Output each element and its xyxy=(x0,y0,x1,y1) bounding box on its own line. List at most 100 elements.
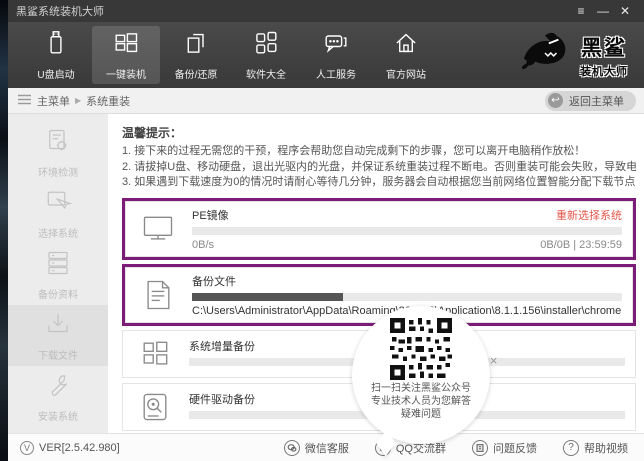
version-info: V VER[2.5.42.980] xyxy=(20,441,120,455)
sidebar-item-install-system[interactable]: 安装系统 xyxy=(8,366,108,427)
backup-data-icon xyxy=(43,248,73,283)
back-button-label: 返回主菜单 xyxy=(569,93,624,109)
app-window: 黑鲨系统装机大师 ≡ — ✕ U盘启动 一键装机 备份/还原 软件大全 xyxy=(8,0,644,461)
tab-backup-restore[interactable]: 备份/还原 xyxy=(162,26,230,84)
qr-caption-line: 扫一扫关注黑鲨公众号 xyxy=(352,382,490,395)
tip-line: 2. 请拔掉U盘、移动硬盘，退出光驱内的光盘，并保证系统重装过程不断电。否则重装… xyxy=(122,160,636,176)
grid-icon xyxy=(133,336,177,372)
tab-label: 备份/还原 xyxy=(175,66,218,81)
tab-label: 官方网站 xyxy=(386,66,426,81)
sidebar-item-backup-data[interactable]: 备份资料 xyxy=(8,244,108,305)
footer-link-label: 帮助视频 xyxy=(584,440,628,456)
home-icon xyxy=(392,29,420,62)
task-name: 备份文件 xyxy=(192,273,236,289)
feedback-icon xyxy=(472,440,488,456)
backup-restore-icon xyxy=(182,29,210,62)
task-foot: 0B/s 0B/0B | 23:59:59 xyxy=(192,239,622,251)
download-speed: 0B/s xyxy=(192,239,214,251)
download-icon xyxy=(43,309,73,344)
task-name: PE镜像 xyxy=(192,207,229,223)
sidebar-item-label: 安装系统 xyxy=(38,408,78,423)
tip-line: 1. 接下来的过程无需您的干预，程序会帮助您自动完成剩下的步骤，您可以离开电脑稍… xyxy=(122,144,636,160)
back-to-main-menu-button[interactable]: ↩ 返回主菜单 xyxy=(545,91,636,111)
progress-fill xyxy=(192,293,343,301)
qr-code-bubble: 扫一扫关注黑鲨公众号 专业技术人员为您解答 疑难问题 xyxy=(352,306,490,444)
minimize-button[interactable]: — xyxy=(592,1,614,21)
qr-code-image xyxy=(390,318,452,380)
highlight-box-pe-image: PE镜像 重新选择系统 0B/s 0B/0B | 23:59:59 xyxy=(122,198,636,260)
breadcrumb-root[interactable]: 主菜单 xyxy=(37,93,70,109)
tab-official-website[interactable]: 官方网站 xyxy=(372,26,440,84)
footer-link-label: 微信客服 xyxy=(305,440,349,456)
software-icon xyxy=(252,29,280,62)
wechat-service-link[interactable]: 微信客服 xyxy=(284,440,349,456)
question-mark-icon: ? xyxy=(563,440,579,456)
tips-title: 温馨提示： xyxy=(122,124,636,141)
wechat-icon xyxy=(284,440,300,456)
env-check-icon xyxy=(43,126,73,161)
wrench-icon xyxy=(43,370,73,405)
tab-one-key-install[interactable]: 一键装机 xyxy=(92,26,160,84)
qr-caption-line: 疑难问题 xyxy=(352,408,490,421)
footer-bar: V VER[2.5.42.980] 微信客服 QQ交流群 问题反馈 ? 帮助视频 xyxy=(8,433,644,461)
brand-subtitle: 装机大师 xyxy=(580,63,628,79)
breadcrumb-current: 系统重装 xyxy=(86,93,130,109)
version-icon: V xyxy=(20,441,34,455)
select-system-icon xyxy=(43,187,73,222)
task-content: PE镜像 重新选择系统 0B/s 0B/0B | 23:59:59 xyxy=(192,207,622,251)
menu-button[interactable]: ≡ xyxy=(570,1,592,21)
tab-software-collection[interactable]: 软件大全 xyxy=(232,26,300,84)
screen: 黑鲨系统装机大师 ≡ — ✕ U盘启动 一键装机 备份/还原 软件大全 xyxy=(0,0,644,461)
reselect-system-link[interactable]: 重新选择系统 xyxy=(556,207,622,223)
desktop-background xyxy=(0,0,8,461)
support-chat-icon xyxy=(322,29,350,62)
progress-bar xyxy=(192,227,622,235)
task-row-backup-file: 备份文件 C:\Users\Administrator\AppData\Roam… xyxy=(125,267,633,323)
qr-caption-line: 专业技术人员为您解答 xyxy=(352,395,490,408)
sidebar: 环境检测 选择系统 备份资料 下载文件 安装系统 xyxy=(8,114,108,433)
progress-status: 0B/0B | 23:59:59 xyxy=(540,239,622,251)
window-title: 黑鲨系统装机大师 xyxy=(16,3,104,19)
hard-drive-icon xyxy=(133,389,177,425)
footer-link-label: 问题反馈 xyxy=(493,440,537,456)
sidebar-item-download-files[interactable]: 下载文件 xyxy=(8,305,108,366)
document-icon xyxy=(136,277,180,313)
task-name: 系统增量备份 xyxy=(189,338,255,354)
sidebar-item-label: 选择系统 xyxy=(38,225,78,240)
tab-label: 一键装机 xyxy=(106,66,146,81)
breadcrumb: 主菜单 ▶ 系统重装 ↩ 返回主菜单 xyxy=(8,88,644,114)
brand-logo: 黑鲨 装机大师 xyxy=(516,30,628,81)
help-video-link[interactable]: ? 帮助视频 xyxy=(563,440,628,456)
progress-bar xyxy=(192,293,622,301)
tab-label: 人工服务 xyxy=(316,66,356,81)
sidebar-item-label: 下载文件 xyxy=(38,347,78,362)
shark-logo-icon xyxy=(516,30,574,81)
cancel-icon[interactable]: × xyxy=(490,354,498,367)
back-arrow-icon: ↩ xyxy=(548,93,563,108)
task-name: 硬件驱动备份 xyxy=(189,391,255,407)
task-head: PE镜像 重新选择系统 xyxy=(192,207,622,223)
tab-label: U盘启动 xyxy=(37,66,74,81)
sidebar-item-env-check[interactable]: 环境检测 xyxy=(8,122,108,183)
highlight-box-backup-file: 备份文件 C:\Users\Administrator\AppData\Roam… xyxy=(122,264,636,326)
breadcrumb-separator-icon: ▶ xyxy=(75,96,81,105)
tip-line: 3. 如果遇到下载速度为0的情况时请耐心等待几分钟，服务器会自动根据您当前网络位… xyxy=(122,175,636,191)
sidebar-item-label: 备份资料 xyxy=(38,286,78,301)
task-head: 备份文件 xyxy=(192,273,622,289)
sidebar-item-label: 环境检测 xyxy=(38,164,78,179)
tab-human-service[interactable]: 人工服务 xyxy=(302,26,370,84)
one-key-install-icon xyxy=(112,29,140,62)
usb-icon xyxy=(42,29,70,62)
version-label: VER[2.5.42.980] xyxy=(39,442,120,454)
window-body: 环境检测 选择系统 备份资料 下载文件 安装系统 xyxy=(8,114,644,433)
task-row-pe-image: PE镜像 重新选择系统 0B/s 0B/0B | 23:59:59 xyxy=(125,201,633,257)
brand-title: 黑鲨 xyxy=(580,32,628,62)
tab-label: 软件大全 xyxy=(246,66,286,81)
monitor-icon xyxy=(136,211,180,247)
close-button[interactable]: ✕ xyxy=(614,1,636,21)
feedback-link[interactable]: 问题反馈 xyxy=(472,440,537,456)
sidebar-item-select-system[interactable]: 选择系统 xyxy=(8,183,108,244)
brand-text: 黑鲨 装机大师 xyxy=(580,32,628,79)
title-bar: 黑鲨系统装机大师 ≡ — ✕ xyxy=(8,0,644,22)
tab-usb-boot[interactable]: U盘启动 xyxy=(22,26,90,84)
